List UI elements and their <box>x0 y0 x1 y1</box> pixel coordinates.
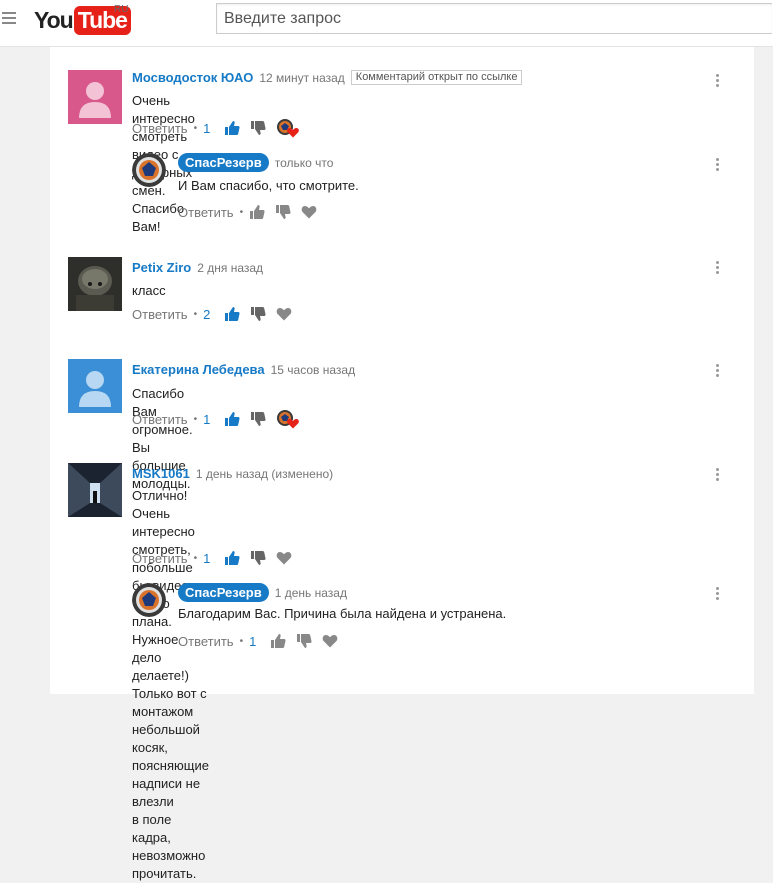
separator-dot: • <box>239 635 244 647</box>
comment-text: класс <box>132 283 166 298</box>
like-count: 2 <box>203 306 211 322</box>
comment-time[interactable]: 12 минут назад <box>259 71 344 85</box>
comment-menu-icon[interactable] <box>716 468 720 484</box>
comment-time[interactable]: только что <box>275 156 334 170</box>
search-input[interactable] <box>217 4 772 33</box>
avatar[interactable] <box>132 583 166 617</box>
comment-text-line: делаете!) Только вот с монтажом небольшо… <box>132 668 209 809</box>
reply-button[interactable]: Ответить <box>132 121 188 136</box>
comment-actions: Ответить • 1 <box>132 409 300 429</box>
thumbs-down-icon[interactable] <box>250 120 266 136</box>
youtube-logo[interactable]: You Tube RU <box>34 4 131 35</box>
comment-author[interactable]: Мосводосток ЮАО <box>132 70 253 85</box>
comment-menu-icon[interactable] <box>716 261 720 277</box>
comment-menu-icon[interactable] <box>716 587 720 603</box>
comment-actions: Ответить • 1 <box>132 118 300 138</box>
reply-text: Благодарим Вас. Причина была найдена и у… <box>178 606 507 621</box>
comment-menu-icon[interactable] <box>716 74 720 90</box>
heart-icon <box>287 128 300 138</box>
avatar[interactable] <box>68 257 122 311</box>
comments-panel: Мосводосток ЮАО 12 минут назад Комментар… <box>50 47 754 881</box>
thumbs-down-icon[interactable] <box>250 550 266 566</box>
thumbs-up-icon[interactable] <box>224 411 240 427</box>
comment-menu-icon[interactable] <box>716 364 720 380</box>
avatar[interactable] <box>68 70 122 124</box>
separator-dot: • <box>193 413 198 425</box>
thumbs-up-icon[interactable] <box>224 550 240 566</box>
reply-actions: Ответить • <box>178 204 327 220</box>
comment-meta: Екатерина Лебедева 15 часов назад <box>132 362 355 377</box>
creator-heart <box>276 409 300 429</box>
comment-actions: Ответить • 1 <box>132 550 302 566</box>
heart-icon <box>287 419 300 429</box>
linked-comment-badge: Комментарий открыт по ссылке <box>350 70 523 85</box>
comment-menu-icon[interactable] <box>716 158 720 174</box>
comment-author[interactable]: Екатерина Лебедева <box>132 362 265 377</box>
thumbs-down-icon[interactable] <box>250 411 266 427</box>
like-count: 1 <box>203 120 211 136</box>
reply-button[interactable]: Ответить <box>132 551 188 566</box>
creator-heart <box>276 118 300 138</box>
reply-button[interactable]: Ответить <box>132 307 188 322</box>
like-count: 1 <box>203 411 211 427</box>
comment-text-line: в поле кадра, невозможно прочитать. <box>132 812 206 881</box>
heart-icon[interactable] <box>276 306 292 322</box>
separator-dot: • <box>239 206 244 218</box>
thumbs-up-icon[interactable] <box>224 120 240 136</box>
comment-meta: MSK1061 1 день назад (изменено) <box>132 466 333 481</box>
thumbs-up-icon[interactable] <box>270 633 286 649</box>
comment-actions: Ответить • 2 <box>132 306 302 322</box>
heart-icon[interactable] <box>276 550 292 566</box>
heart-icon[interactable] <box>301 204 317 220</box>
logo-you-text: You <box>34 6 74 33</box>
comment-time[interactable]: 2 дня назад <box>197 261 263 275</box>
comment-author[interactable]: MSK1061 <box>132 466 190 481</box>
channel-owner-author[interactable]: СпасРезерв <box>178 583 269 602</box>
top-bar: You Tube RU <box>0 0 773 47</box>
search-box[interactable] <box>216 3 772 34</box>
heart-icon[interactable] <box>322 633 338 649</box>
comment-meta: Petix Ziro 2 дня назад <box>132 260 263 275</box>
thumbs-down-icon[interactable] <box>250 306 266 322</box>
comment-author[interactable]: Petix Ziro <box>132 260 191 275</box>
separator-dot: • <box>193 122 198 134</box>
like-count: 1 <box>203 550 211 566</box>
separator-dot: • <box>193 552 198 564</box>
thumbs-down-icon[interactable] <box>296 633 312 649</box>
comment-time[interactable]: 1 день назад <box>275 586 347 600</box>
thumbs-up-icon[interactable] <box>224 306 240 322</box>
avatar[interactable] <box>68 463 122 517</box>
comment-text: Отлично! Очень интересно смотреть, побол… <box>132 487 209 883</box>
reply-meta: СпасРезерв 1 день назад <box>178 583 347 602</box>
like-count: 1 <box>249 633 257 649</box>
reply-button[interactable]: Ответить <box>178 205 234 220</box>
channel-owner-author[interactable]: СпасРезерв <box>178 153 269 172</box>
reply-meta: СпасРезерв только что <box>178 153 333 172</box>
reply-button[interactable]: Ответить <box>132 412 188 427</box>
comment-time[interactable]: 15 часов назад <box>271 363 355 377</box>
avatar[interactable] <box>68 359 122 413</box>
separator-dot: • <box>193 308 198 320</box>
thumbs-down-icon[interactable] <box>275 204 291 220</box>
logo-region: RU <box>114 4 129 15</box>
thumbs-up-icon[interactable] <box>249 204 265 220</box>
reply-actions: Ответить • 1 <box>178 633 348 649</box>
comment-meta: Мосводосток ЮАО 12 минут назад Комментар… <box>132 70 523 85</box>
reply-button[interactable]: Ответить <box>178 634 234 649</box>
avatar[interactable] <box>132 153 166 187</box>
menu-icon[interactable] <box>2 12 16 26</box>
comment-time[interactable]: 1 день назад (изменено) <box>196 467 333 481</box>
reply-text: И Вам спасибо, что смотрите. <box>178 178 359 193</box>
